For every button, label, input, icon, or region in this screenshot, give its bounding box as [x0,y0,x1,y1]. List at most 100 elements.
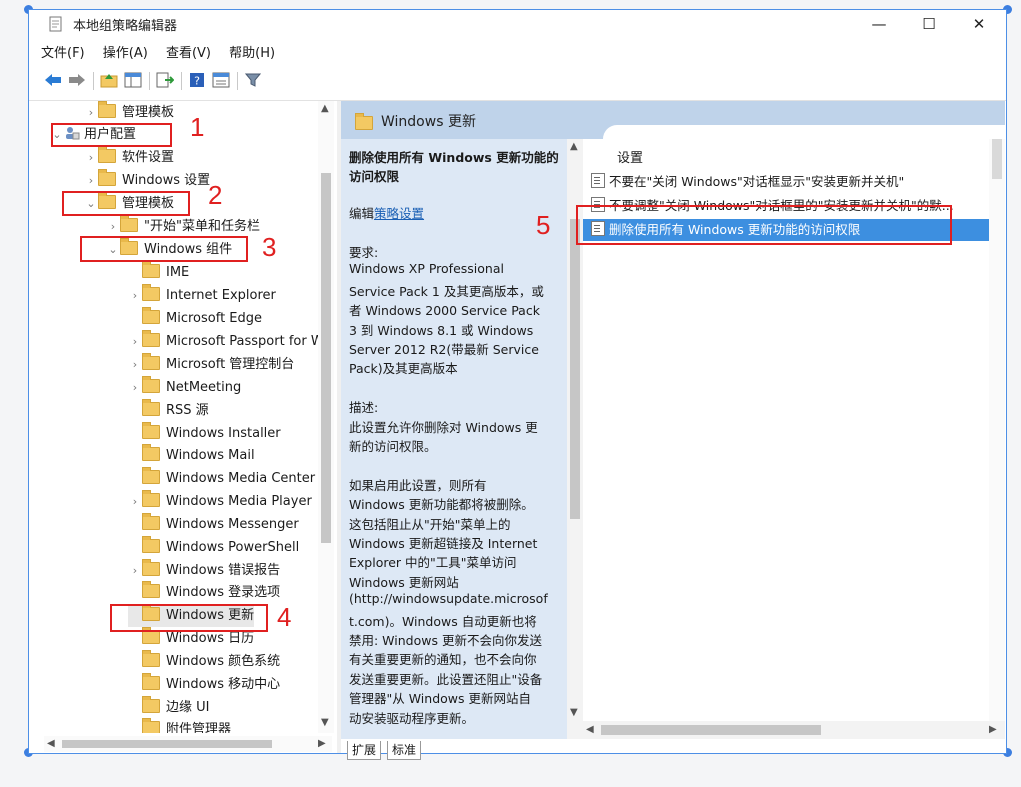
details-pane: Windows 更新 删除使用所有 Windows 更新功能的访问权限 编辑策略… [341,101,1005,760]
desc-line: 者 Windows 2000 Service Pack [349,303,540,318]
toolbar-separator [237,72,238,90]
tree-horizontal-scrollbar[interactable]: ◀ ▶ [44,736,332,752]
window-title: 本地组策略编辑器 [73,19,178,34]
menu-help[interactable]: 帮助(H) [229,42,275,61]
list-vertical-scrollbar[interactable]: ▲ [989,139,1005,731]
tree-item[interactable]: › Windows Media Player [128,490,312,513]
tree-item[interactable]: 边缘 UI [128,696,209,719]
expand-icon[interactable]: › [84,170,98,192]
maximize-button[interactable]: ☐ [907,11,951,37]
annotation-box-4 [110,604,268,632]
folder-icon [142,399,160,416]
tree-vertical-scrollbar[interactable]: ▲ ▼ [318,101,334,733]
folder-icon [142,284,160,301]
tree-item[interactable]: › "开始"菜单和任务栏 [106,215,260,238]
tree-item[interactable]: › Windows 设置 [84,169,210,192]
folder-icon [142,627,160,644]
scroll-right-icon[interactable]: ▶ [989,724,997,735]
tree-item[interactable]: Microsoft Edge [128,307,262,330]
menu-file[interactable]: 文件(F) [41,42,85,61]
tree-item[interactable]: RSS 源 [128,399,209,422]
policy-row[interactable]: 不要在"关闭 Windows"对话框显示"安装更新并关机" [583,171,1005,193]
folder-icon [142,444,160,461]
tree-item[interactable]: Windows PowerShell [128,536,299,559]
scroll-up-icon[interactable]: ▲ [570,141,578,152]
tree-item-label: 软件设置 [122,150,175,165]
expand-icon[interactable]: › [128,377,142,399]
tree-item[interactable]: › Microsoft 管理控制台 [128,353,294,376]
tree-item-label: Windows Installer [166,426,281,441]
expand-icon[interactable]: › [128,331,142,353]
tree-item[interactable]: Windows 登录选项 [128,581,280,604]
desc-line: 这包括阻止从"开始"菜单上的 [349,517,511,532]
expand-icon[interactable]: › [128,491,142,513]
back-icon[interactable] [43,70,63,90]
scroll-right-icon[interactable]: ▶ [318,738,326,749]
policy-setting-icon [591,173,605,188]
tree-item[interactable]: › Windows 错误报告 [128,559,280,582]
edit-policy-link[interactable]: 策略设置 [374,206,424,221]
menu-action[interactable]: 操作(A) [103,42,148,61]
folder-icon [142,490,160,507]
expand-icon[interactable]: › [128,354,142,376]
forward-icon[interactable] [67,70,87,90]
tree-item[interactable]: IME [128,261,190,284]
scroll-left-icon[interactable]: ◀ [47,738,55,749]
help-icon[interactable]: ? [187,70,207,90]
tab-standard[interactable]: 标准 [387,741,422,760]
show-hide-tree-icon[interactable] [123,70,143,90]
close-button[interactable]: ✕ [957,11,1001,37]
properties-icon[interactable] [211,70,231,90]
annotation-label-3: 3 [262,232,277,262]
desc-line: 此设置允许你删除对 Windows 更 [349,420,538,435]
desc-line: 要求: [349,245,379,260]
desc-line: Explorer 中的"工具"菜单访问 [349,555,517,570]
expand-icon[interactable]: › [106,216,120,238]
tree-item[interactable]: › 软件设置 [84,146,175,169]
scroll-thumb[interactable] [992,139,1002,179]
expand-icon[interactable]: › [84,102,98,124]
tree-item-label: IME [166,265,190,280]
export-list-icon[interactable] [155,70,175,90]
tree-item[interactable]: Windows Messenger [128,513,299,536]
scroll-left-icon[interactable]: ◀ [586,724,594,735]
tree-item[interactable]: › Microsoft Passport for W [128,330,324,353]
minimize-button[interactable]: — [857,11,901,37]
expand-icon[interactable]: › [128,560,142,582]
scroll-down-icon[interactable]: ▼ [570,707,578,718]
filter-icon[interactable] [243,70,263,90]
desc-line: t.com)。Windows 自动更新也将 [349,614,537,629]
folder-icon [98,146,116,163]
list-column-header[interactable]: 设置 [617,147,643,166]
expand-icon[interactable]: › [84,147,98,169]
folder-icon [142,650,160,667]
tree-item-label: NetMeeting [166,380,242,395]
up-folder-icon[interactable] [99,70,119,90]
desc-line: Service Pack 1 及其更高版本，或 [349,284,544,299]
tree-item[interactable]: Windows Media Center [128,467,315,490]
tree-item-label: Windows 移动中心 [166,677,281,692]
tree-item[interactable]: Windows Mail [128,444,255,467]
tree-item-label: Windows Messenger [166,517,299,532]
scroll-thumb[interactable] [62,740,272,748]
tab-extended[interactable]: 扩展 [347,741,382,760]
scroll-thumb[interactable] [570,219,580,519]
folder-icon [142,673,160,690]
tree-item[interactable]: › Internet Explorer [128,284,276,307]
scroll-down-icon[interactable]: ▼ [321,717,329,728]
tree-item[interactable]: › NetMeeting [128,376,242,399]
menu-view[interactable]: 查看(V) [166,42,211,61]
tree-item[interactable]: Windows 移动中心 [128,673,281,696]
list-tab-curve [603,125,1005,145]
tree-item[interactable]: 附件管理器 [128,718,232,733]
policy-app-icon [49,16,62,32]
tree-item[interactable]: › 管理模板 [84,101,174,124]
scroll-thumb[interactable] [321,173,331,543]
tree-item[interactable]: Windows 颜色系统 [128,650,280,673]
scroll-up-icon[interactable]: ▲ [321,103,329,114]
list-horizontal-scrollbar[interactable]: ◀ ▶ [583,721,1005,739]
scroll-thumb[interactable] [601,725,821,735]
expand-icon[interactable]: › [128,285,142,307]
tree-item-label: 附件管理器 [166,722,232,733]
tree-item[interactable]: Windows Installer [128,422,281,445]
